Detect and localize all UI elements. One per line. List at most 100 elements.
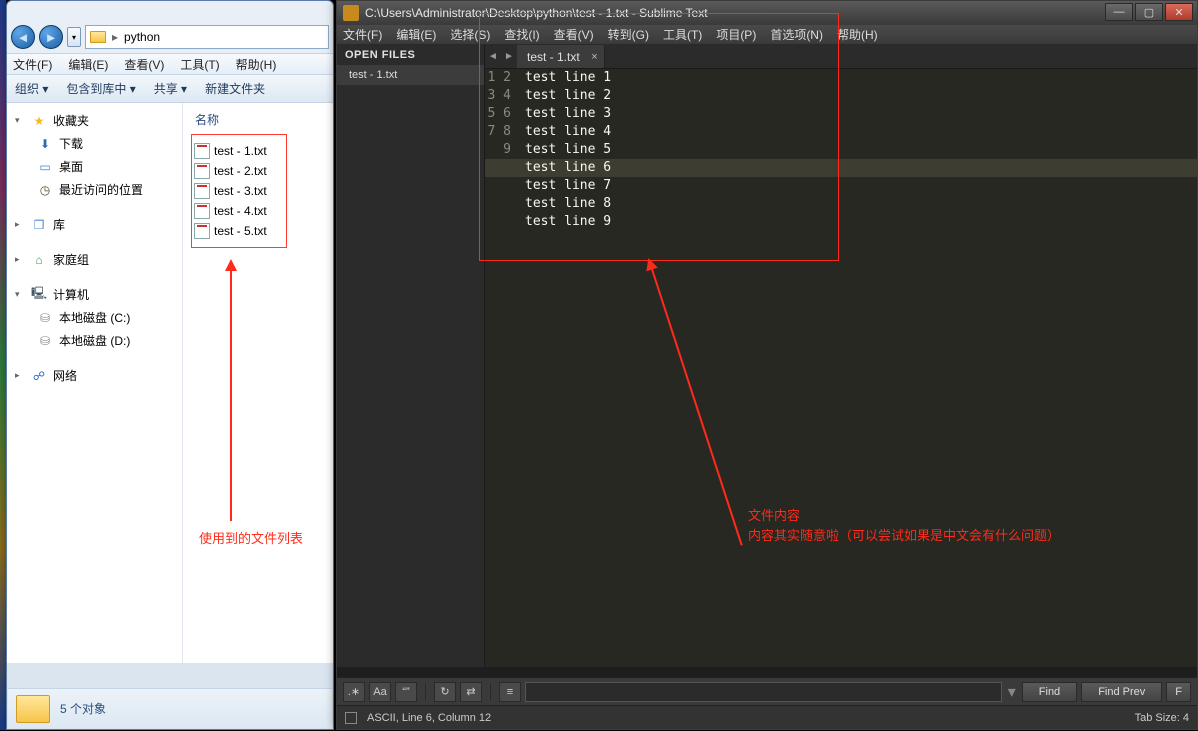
find-regex-toggle[interactable]: .∗ <box>343 682 365 702</box>
maximize-button[interactable]: ▢ <box>1135 3 1163 21</box>
menu-edit[interactable]: 编辑(E) <box>396 26 436 43</box>
menu-help[interactable]: 帮助(H) <box>236 56 277 73</box>
menu-file[interactable]: 文件(F) <box>13 56 52 73</box>
sublime-window: C:\Users\Administrator\Desktop\python\te… <box>336 0 1198 730</box>
toolbar-share[interactable]: 共享 ▾ <box>154 80 187 97</box>
tab-close-icon[interactable]: × <box>591 51 597 63</box>
sidebar-item-desktop[interactable]: ▭ 桌面 <box>7 155 182 178</box>
status-tabsize[interactable]: Tab Size: 4 <box>1135 712 1189 724</box>
file-item[interactable]: test - 3.txt <box>194 181 282 201</box>
menu-goto[interactable]: 转到(G) <box>608 26 649 43</box>
code-content[interactable]: test line 1 test line 2 test line 3 test… <box>525 69 611 231</box>
window-title: C:\Users\Administrator\Desktop\python\te… <box>365 6 708 20</box>
menu-file[interactable]: 文件(F) <box>343 26 382 43</box>
find-button[interactable]: Find <box>1022 682 1077 702</box>
file-item[interactable]: test - 2.txt <box>194 161 282 181</box>
sidebar-favorites[interactable]: ▾ ★ 收藏夹 <box>7 109 182 132</box>
separator <box>490 683 491 701</box>
sidebar-item-drive-c[interactable]: ⛁ 本地磁盘 (C:) <box>7 306 182 329</box>
annotation-text-content: 文件内容 内容其实随意啦（可以尝试如果是中文会有什么问题） <box>748 506 1060 546</box>
file-item[interactable]: test - 1.txt <box>194 141 282 161</box>
status-panel-icon[interactable] <box>345 712 357 724</box>
sidebar-item-label: 桌面 <box>59 158 83 175</box>
tab-prev-button[interactable]: ◄ <box>485 45 501 68</box>
open-file-item[interactable]: test - 1.txt <box>337 65 484 85</box>
tab-label: test - 1.txt <box>527 50 580 64</box>
explorer-navbar: ◄ ► ▾ ▸ python <box>7 21 333 53</box>
explorer-sidebar: ▾ ★ 收藏夹 ⬇ 下载 ▭ 桌面 ◷ 最近访问的位置 <box>7 103 183 663</box>
file-pane: 名称 test - 1.txt test - 2.txt test - 3.txt t… <box>183 103 333 663</box>
file-item[interactable]: test - 4.txt <box>194 201 282 221</box>
sidebar-label: 计算机 <box>53 286 89 303</box>
sidebar-item-downloads[interactable]: ⬇ 下载 <box>7 132 182 155</box>
chevron-right-icon: ▸ <box>15 370 25 381</box>
history-dropdown[interactable]: ▾ <box>67 27 81 47</box>
back-button[interactable]: ◄ <box>11 25 35 49</box>
sidebar-network[interactable]: ▸ ☍ 网络 <box>7 364 182 387</box>
minimize-button[interactable]: — <box>1105 3 1133 21</box>
file-name: test - 2.txt <box>214 164 267 178</box>
sidebar-item-label: 本地磁盘 (C:) <box>59 309 130 326</box>
sidebar-item-label: 最近访问的位置 <box>59 181 143 198</box>
sublime-statusbar: ASCII, Line 6, Column 12 Tab Size: 4 <box>337 705 1197 729</box>
find-dropdown-icon[interactable]: ▾ <box>1006 682 1018 702</box>
library-icon: ❒ <box>31 218 47 232</box>
txt-file-icon <box>194 203 210 219</box>
recent-icon: ◷ <box>37 183 53 197</box>
sidebar-item-drive-d[interactable]: ⛁ 本地磁盘 (D:) <box>7 329 182 352</box>
forward-button[interactable]: ► <box>39 25 63 49</box>
sidebar-label: 家庭组 <box>53 251 89 268</box>
menu-project[interactable]: 项目(P) <box>716 26 756 43</box>
network-icon: ☍ <box>31 369 47 383</box>
menu-tools[interactable]: 工具(T) <box>180 56 219 73</box>
find-word-toggle[interactable]: “” <box>395 682 417 702</box>
file-name: test - 3.txt <box>214 184 267 198</box>
address-bar[interactable]: ▸ python <box>85 25 329 49</box>
file-name: test - 1.txt <box>214 144 267 158</box>
address-path[interactable]: python <box>124 30 160 44</box>
toolbar-include[interactable]: 包含到库中 ▾ <box>66 80 135 97</box>
homegroup-icon: ⌂ <box>31 253 47 267</box>
menu-prefs[interactable]: 首选项(N) <box>770 26 823 43</box>
sidebar-item-label: 本地磁盘 (D:) <box>59 332 130 349</box>
menu-edit[interactable]: 编辑(E) <box>68 56 108 73</box>
toolbar-newfolder[interactable]: 新建文件夹 <box>205 80 265 97</box>
explorer-window: ◄ ► ▾ ▸ python 文件(F) 编辑(E) 查看(V) 工具(T) 帮… <box>6 0 334 730</box>
tab-next-button[interactable]: ► <box>501 45 517 68</box>
column-header-name[interactable]: 名称 <box>191 109 325 134</box>
menu-help[interactable]: 帮助(H) <box>837 26 878 43</box>
find-input[interactable] <box>525 682 1002 702</box>
find-wrap-toggle[interactable]: ↻ <box>434 682 456 702</box>
sidebar-libraries[interactable]: ▸ ❒ 库 <box>7 213 182 236</box>
window-controls: — ▢ ✕ <box>1105 3 1193 21</box>
file-item[interactable]: test - 5.txt <box>194 221 282 241</box>
editor-area[interactable]: ◄ ► test - 1.txt × 1 2 3 4 5 6 7 8 9 tes… <box>485 45 1197 667</box>
menu-view[interactable]: 查看(V) <box>554 26 594 43</box>
annotation-line: 文件内容 <box>748 506 1060 526</box>
tab-bar: ◄ ► test - 1.txt × <box>485 45 1197 69</box>
explorer-titlebar[interactable] <box>7 1 333 21</box>
open-files-header: OPEN FILES <box>337 45 484 65</box>
find-all-button[interactable]: F <box>1166 682 1191 702</box>
file-name: test - 5.txt <box>214 224 267 238</box>
menu-find[interactable]: 查找(I) <box>504 26 539 43</box>
chevron-right-icon: ▸ <box>15 254 25 265</box>
find-prev-button[interactable]: Find Prev <box>1081 682 1162 702</box>
sidebar-homegroup[interactable]: ▸ ⌂ 家庭组 <box>7 248 182 271</box>
menu-select[interactable]: 选择(S) <box>450 26 490 43</box>
txt-file-icon <box>194 223 210 239</box>
find-case-toggle[interactable]: Aa <box>369 682 391 702</box>
close-button[interactable]: ✕ <box>1165 3 1193 21</box>
sublime-titlebar[interactable]: C:\Users\Administrator\Desktop\python\te… <box>337 1 1197 25</box>
sidebar-computer[interactable]: ▾ 🖳 计算机 <box>7 283 182 306</box>
menu-tools[interactable]: 工具(T) <box>663 26 702 43</box>
explorer-body: ▾ ★ 收藏夹 ⬇ 下载 ▭ 桌面 ◷ 最近访问的位置 <box>7 103 333 663</box>
menu-view[interactable]: 查看(V) <box>124 56 164 73</box>
tab-file[interactable]: test - 1.txt × <box>517 45 605 68</box>
file-name: test - 4.txt <box>214 204 267 218</box>
sidebar-item-recent[interactable]: ◷ 最近访问的位置 <box>7 178 182 201</box>
find-inselection-toggle[interactable]: ⇄ <box>460 682 482 702</box>
toolbar-organize[interactable]: 组织 ▾ <box>15 80 48 97</box>
find-highlight-toggle[interactable]: ≡ <box>499 682 521 702</box>
sidebar-item-label: 下载 <box>59 135 83 152</box>
